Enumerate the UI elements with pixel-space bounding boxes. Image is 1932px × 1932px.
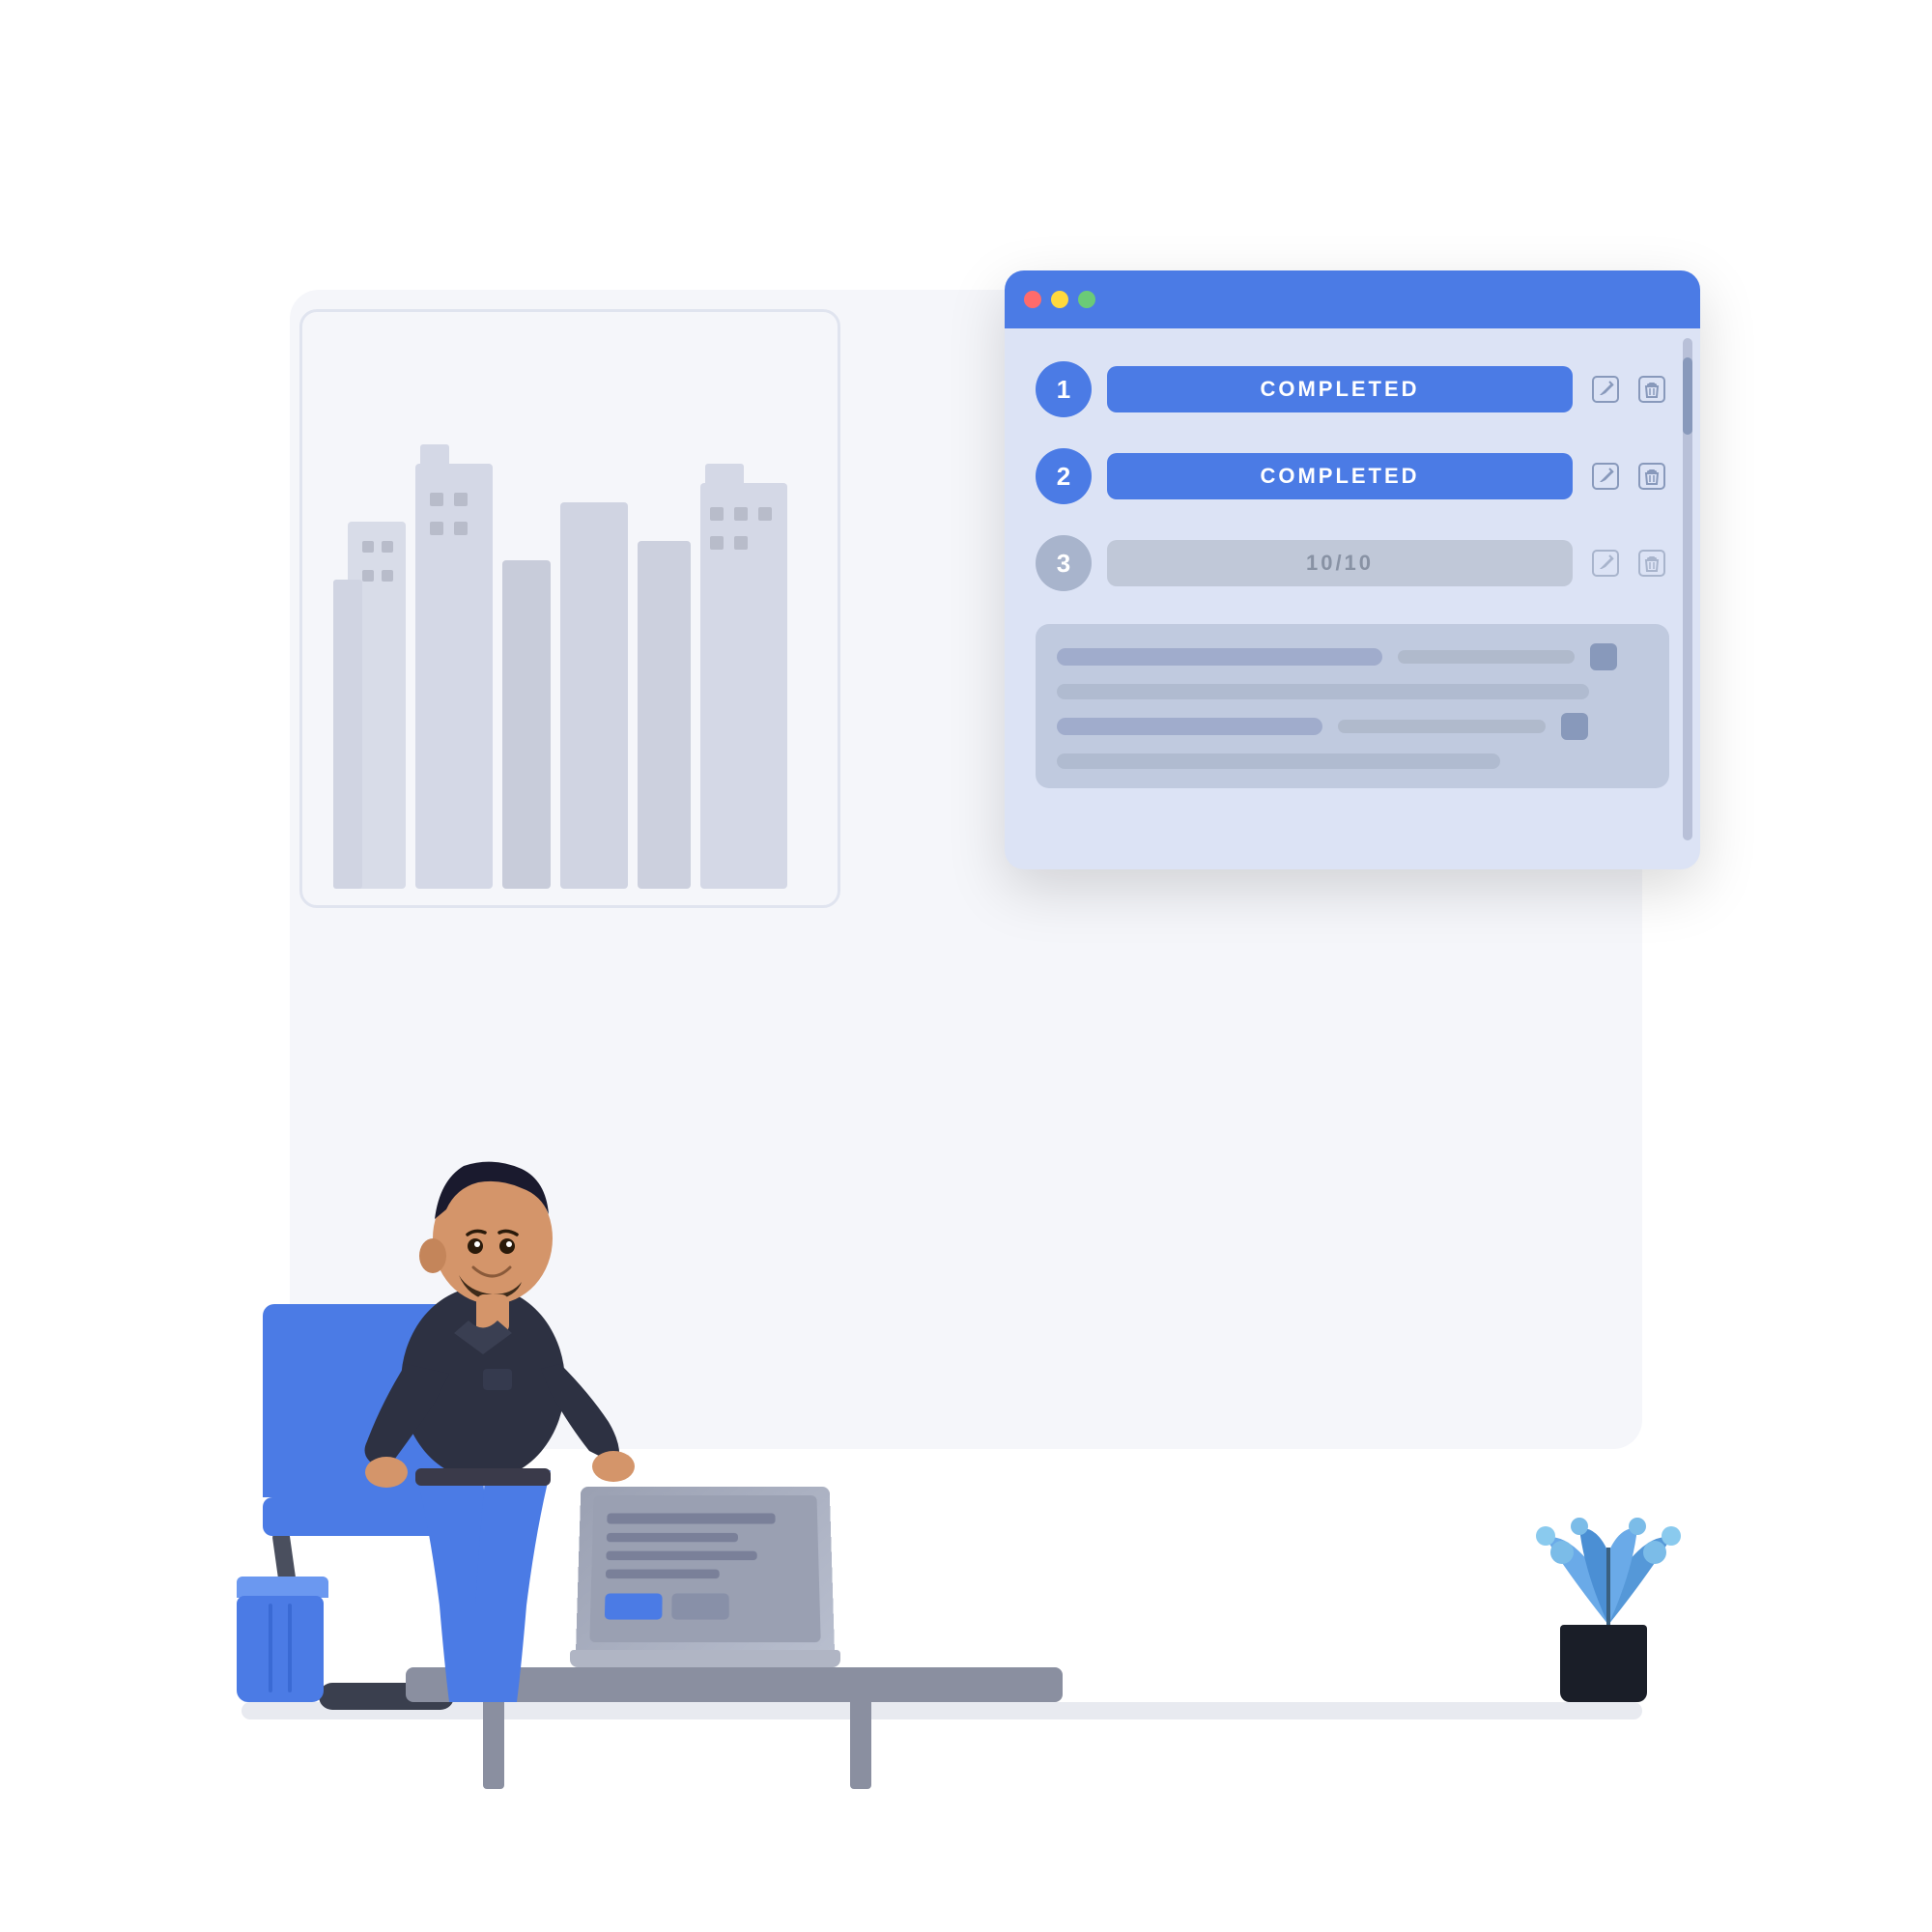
task-actions-1 bbox=[1588, 372, 1669, 407]
edit-icon-1[interactable] bbox=[1588, 372, 1623, 407]
laptop-screen-display bbox=[576, 1487, 835, 1652]
content-line-2 bbox=[1398, 650, 1576, 664]
ui-panel: 1 COMPLETED bbox=[1005, 270, 1700, 869]
edit-icon-2[interactable] bbox=[1588, 459, 1623, 494]
task-row-2: 2 COMPLETED bbox=[1036, 442, 1669, 510]
task-number-2: 2 bbox=[1036, 448, 1092, 504]
task-number-1: 1 bbox=[1036, 361, 1092, 417]
laptop-screen bbox=[576, 1487, 835, 1652]
task-actions-2 bbox=[1588, 459, 1669, 494]
content-row-2 bbox=[1057, 713, 1648, 740]
task-row-1: 1 COMPLETED bbox=[1036, 355, 1669, 423]
laptop-base bbox=[570, 1650, 840, 1667]
edit-icon-3[interactable] bbox=[1588, 546, 1623, 581]
dot-yellow bbox=[1051, 291, 1068, 308]
dot-red bbox=[1024, 291, 1041, 308]
scrollbar[interactable] bbox=[1683, 338, 1692, 840]
content-action-2[interactable] bbox=[1561, 713, 1588, 740]
task-actions-3 bbox=[1588, 546, 1669, 581]
content-line-5 bbox=[1338, 720, 1545, 733]
delete-icon-3[interactable] bbox=[1634, 546, 1669, 581]
task-bar-3[interactable]: 10/10 bbox=[1107, 540, 1573, 586]
content-row-1 bbox=[1057, 643, 1648, 670]
content-line-4 bbox=[1057, 718, 1322, 735]
city-skyline bbox=[328, 367, 811, 889]
task-number-3: 3 bbox=[1036, 535, 1092, 591]
task-row-3: 3 10/10 bbox=[1036, 529, 1669, 597]
task-bar-1[interactable]: COMPLETED bbox=[1107, 366, 1573, 412]
scene: 1 COMPLETED bbox=[97, 97, 1835, 1835]
delete-icon-2[interactable] bbox=[1634, 459, 1669, 494]
delete-icon-1[interactable] bbox=[1634, 372, 1669, 407]
scrollbar-thumb[interactable] bbox=[1683, 357, 1692, 435]
plant-leaves bbox=[1531, 1499, 1686, 1634]
bottom-content-panel bbox=[1036, 624, 1669, 788]
content-action-1[interactable] bbox=[1590, 643, 1617, 670]
floor bbox=[242, 1702, 1642, 1719]
dot-green bbox=[1078, 291, 1095, 308]
task-bar-2[interactable]: COMPLETED bbox=[1107, 453, 1573, 499]
plant bbox=[1531, 1509, 1686, 1702]
panel-header bbox=[1005, 270, 1700, 328]
plant-pot bbox=[1560, 1625, 1647, 1702]
content-line-1 bbox=[1057, 648, 1382, 666]
panel-body: 1 COMPLETED bbox=[1005, 328, 1700, 815]
content-line-3 bbox=[1057, 684, 1589, 699]
content-line-6 bbox=[1057, 753, 1500, 769]
